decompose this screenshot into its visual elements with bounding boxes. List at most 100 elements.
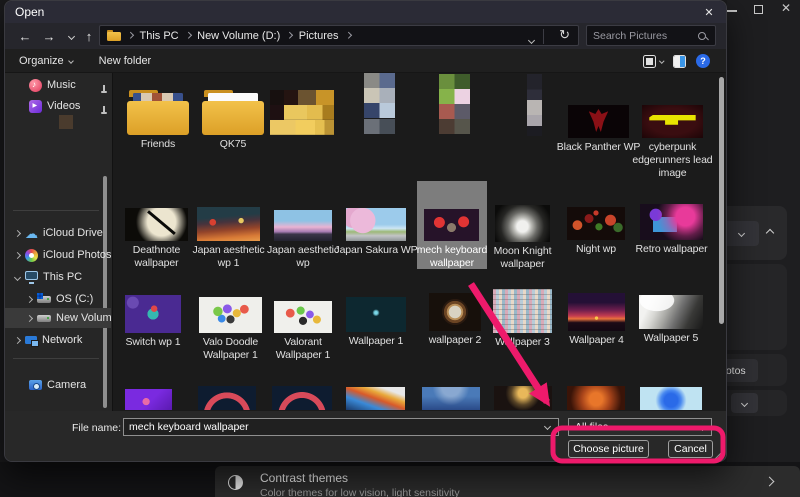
file-item-friends[interactable]: Friends	[127, 89, 189, 151]
sidebar-item-icloud-drive[interactable]: iCloud Drive	[5, 223, 111, 243]
sidebar-item-music[interactable]: Music	[5, 75, 111, 95]
minimize-icon[interactable]	[727, 10, 737, 12]
breadcrumb-segment[interactable]: Pictures	[299, 30, 339, 42]
file-item-r4b[interactable]	[198, 386, 256, 410]
search-input[interactable]	[587, 30, 698, 42]
file-item-m2[interactable]	[364, 73, 395, 134]
help-icon[interactable]	[696, 54, 710, 68]
sidebar-item-this-pc[interactable]: This PC	[5, 267, 111, 287]
image-thumbnail	[495, 205, 550, 242]
file-item-r4a[interactable]	[125, 389, 172, 410]
file-item-wallpaper-3[interactable]: Wallpaper 3	[493, 289, 552, 349]
change-view-button[interactable]	[643, 55, 664, 68]
videos-icon	[29, 100, 42, 113]
file-item-cyberpunk[interactable]: cyberpunk edgerunners lead image	[642, 105, 703, 180]
file-name-label: File name:	[65, 422, 121, 434]
chevron-right-icon[interactable]	[26, 314, 33, 321]
image-thumbnail	[346, 387, 405, 410]
sidebar-item-label: This PC	[43, 271, 111, 283]
file-item-r4g[interactable]	[567, 386, 625, 410]
file-item-switch-wp-1[interactable]: Switch wp 1	[125, 295, 181, 349]
organize-button[interactable]: Organize	[19, 55, 73, 67]
chevron-right-icon	[185, 32, 191, 38]
sidebar-item-new-volume-d[interactable]: New Volume (D:)	[5, 308, 111, 328]
file-item-r4d[interactable]	[346, 387, 405, 410]
file-list-scrollbar[interactable]	[719, 77, 724, 324]
maximize-icon[interactable]	[754, 5, 763, 14]
contrast-themes-title: Contrast themes	[260, 471, 348, 485]
background-dropdown-button[interactable]	[723, 221, 759, 246]
image-thumbnail	[493, 289, 552, 333]
file-item-qk75[interactable]: QK75	[202, 89, 264, 151]
back-button[interactable]	[15, 26, 35, 46]
chevron-right-icon[interactable]	[26, 295, 33, 302]
file-item-retro[interactable]: Retro wallpaper	[640, 204, 703, 256]
chevron-down-icon	[741, 399, 748, 406]
folder-icon	[202, 89, 264, 135]
file-item-black-panther[interactable]: Black Panther WP	[568, 105, 629, 154]
breadcrumb-segment[interactable]: New Volume (D:)	[197, 30, 280, 42]
choose-picture-button[interactable]: Choose picture	[568, 440, 649, 458]
resize-grip[interactable]	[712, 450, 721, 459]
organize-label: Organize	[19, 55, 64, 67]
chevron-right-icon[interactable]	[14, 251, 21, 258]
sidebar-item-videos[interactable]: Videos	[5, 96, 111, 116]
file-item-label: mech keyboard wallpaper	[412, 244, 492, 270]
file-item-wallpaper-2[interactable]: wallpaper 2	[429, 293, 481, 347]
sidebar-item-network[interactable]: Network	[5, 330, 111, 350]
file-item-m3[interactable]	[439, 74, 470, 134]
file-type-select[interactable]: All files	[568, 418, 712, 436]
image-thumbnail	[642, 105, 703, 138]
breadcrumb[interactable]: This PC New Volume (D:) Pictures	[99, 25, 579, 46]
file-item-valorant-1[interactable]: Valorant Wallpaper 1	[274, 301, 332, 362]
image-thumbnail	[422, 387, 480, 410]
breadcrumb-segment[interactable]: This PC	[140, 30, 179, 42]
folder-front	[202, 101, 264, 135]
file-item-mech-keyboard[interactable]: mech keyboard wallpaper	[417, 181, 487, 269]
chevron-right-icon[interactable]	[14, 336, 21, 343]
sidebar-item-icloud-photos[interactable]: iCloud Photos	[5, 245, 111, 265]
forward-button[interactable]	[39, 26, 59, 46]
file-item-m4[interactable]	[527, 74, 542, 136]
chevron-down-icon[interactable]	[14, 273, 21, 280]
dialog-close-button[interactable]	[700, 3, 718, 21]
file-name-input[interactable]	[123, 418, 559, 436]
file-item-japan-aesthetic[interactable]: Japan aesthetic wp	[274, 210, 332, 270]
network-icon	[25, 336, 37, 344]
this-pc-icon	[25, 271, 38, 280]
file-item-japan-sakura[interactable]: Japan Sakura WP	[346, 208, 406, 257]
file-item-wallpaper-5[interactable]: Wallpaper 5	[639, 295, 703, 345]
image-thumbnail	[364, 73, 395, 134]
thumbnails-view-icon	[643, 55, 656, 68]
sidebar-item-camera[interactable]: Camera	[5, 375, 111, 395]
chevron-right-icon[interactable]	[14, 229, 21, 236]
up-button[interactable]	[79, 26, 99, 46]
image-thumbnail	[125, 295, 181, 333]
close-icon[interactable]	[781, 1, 791, 15]
file-item-moon-knight[interactable]: Moon Knight wallpaper	[495, 205, 550, 271]
file-item-valo-doodle[interactable]: Valo Doodle Wallpaper 1	[199, 297, 262, 362]
file-item-r4h[interactable]	[640, 387, 702, 410]
file-item-wallpaper-1[interactable]: Wallpaper 1	[346, 297, 406, 348]
file-item-night-wp[interactable]: Night wp	[567, 207, 625, 256]
divider	[543, 29, 544, 44]
refresh-button[interactable]	[559, 27, 570, 43]
new-folder-button[interactable]: New folder	[99, 55, 152, 67]
file-type-value: All files	[575, 421, 608, 433]
file-item-label: Japan aesthetic wp 1	[190, 244, 268, 270]
file-item-r4c[interactable]	[272, 386, 332, 410]
background-dropdown-button[interactable]	[731, 393, 758, 413]
sidebar-separator	[13, 210, 99, 211]
image-thumbnail	[639, 295, 703, 329]
file-item-deathnote[interactable]: Deathnote wallpaper	[125, 208, 188, 270]
sidebar-item-os-c[interactable]: OS (C:)	[5, 289, 111, 309]
address-dropdown-button[interactable]	[529, 34, 534, 46]
file-item-m1[interactable]	[270, 90, 334, 135]
file-item-r4e[interactable]	[422, 387, 480, 410]
file-item-japan-aesthetic-1[interactable]: Japan aesthetic wp 1	[197, 207, 260, 270]
file-item-r4f[interactable]	[494, 386, 552, 410]
preview-pane-icon[interactable]	[673, 55, 686, 68]
cancel-button[interactable]: Cancel	[668, 440, 713, 458]
file-item-wallpaper-4[interactable]: Wallpaper 4	[568, 293, 625, 347]
recent-locations-button[interactable]	[61, 26, 81, 46]
